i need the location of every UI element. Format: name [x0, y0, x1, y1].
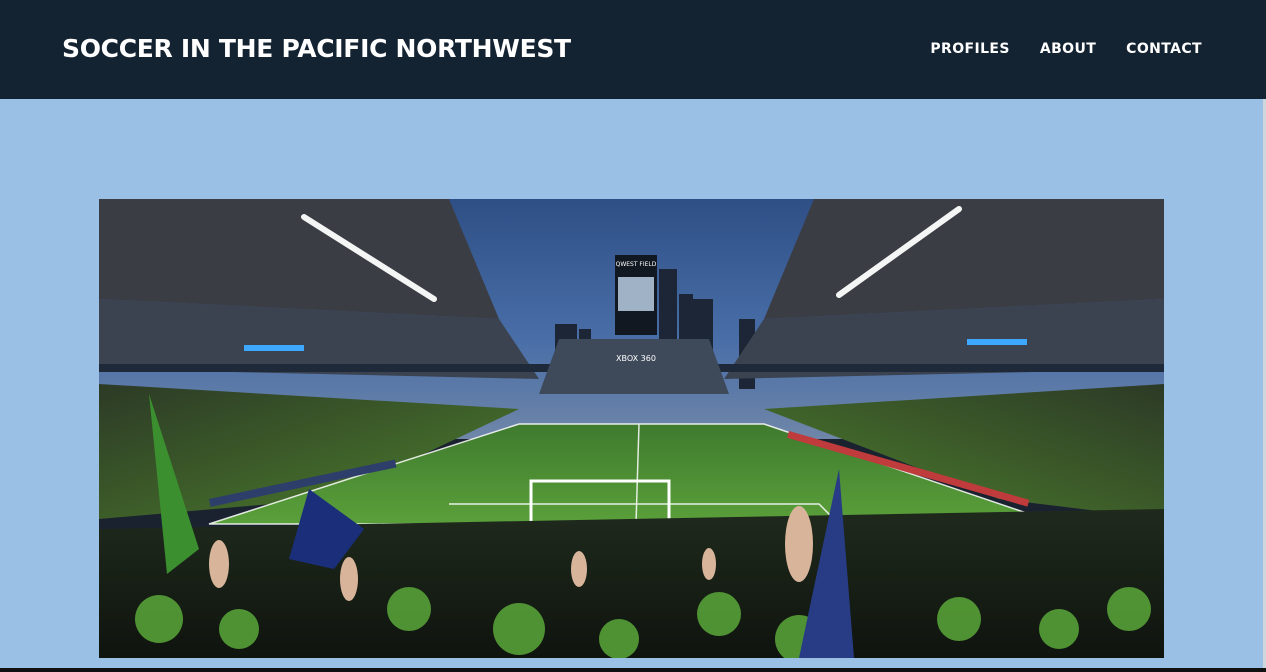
bottom-strip [0, 668, 1266, 672]
nav-link-about[interactable]: ABOUT [1040, 38, 1096, 60]
stadium-photo-illustration: QWEST FIELD XBOX 360 [99, 199, 1164, 658]
roof-right [764, 199, 1164, 319]
pitch-sign: XBOX 360 [616, 354, 656, 363]
site-header: SOCCER IN THE PACIFIC NORTHWEST PROFILES… [0, 0, 1266, 99]
ribbon-board-left [244, 345, 304, 351]
nav-link-contact[interactable]: CONTACT [1126, 38, 1202, 60]
scoreboard-screen [618, 277, 654, 311]
scoreboard-sign: QWEST FIELD [616, 261, 657, 268]
roof-left [99, 199, 499, 319]
nav-link-profiles[interactable]: PROFILES [930, 38, 1009, 60]
ribbon-board-right [967, 339, 1027, 345]
hero-stadium-image: QWEST FIELD XBOX 360 [99, 199, 1164, 658]
main-nav: PROFILES ABOUT CONTACT [930, 38, 1202, 60]
site-title[interactable]: SOCCER IN THE PACIFIC NORTHWEST [62, 31, 571, 67]
end-stand [539, 339, 729, 394]
